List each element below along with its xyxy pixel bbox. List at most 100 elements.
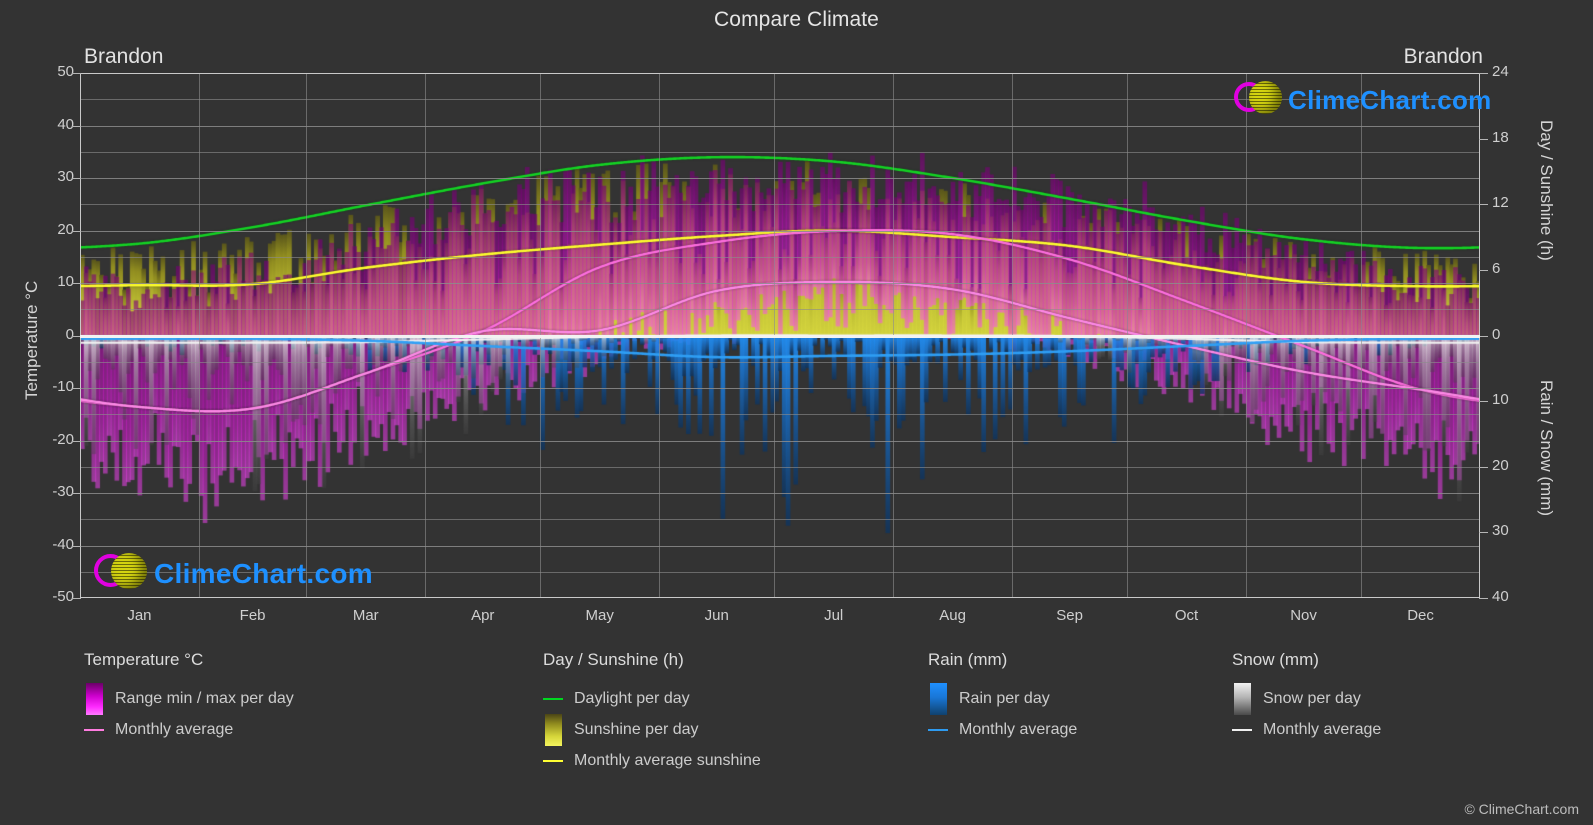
precip-tick-10: 10 [1492,391,1509,409]
temp-tick-minus30: -30 [52,483,74,500]
month-label-feb: Feb [239,607,266,624]
horizontal-gridline [80,414,1480,416]
temp-tickmark [72,388,81,389]
temp-tickmark [72,493,81,494]
month-label-mar: Mar [352,607,379,624]
legend-label-daylight: Daylight per day [574,689,690,707]
temp-tick-minus10: -10 [52,378,74,395]
month-label-dec: Dec [1407,607,1434,624]
temp-tickmark [72,545,81,547]
climechart-logo-icon [1232,78,1288,122]
chart-legend: Temperature °C Range min / max per day M… [0,650,1593,825]
swatch-rain-avg [928,728,948,731]
temp-tick-minus50: -50 [52,588,74,605]
swatch-snow-avg [1232,728,1252,731]
precip-tick-40: 40 [1492,588,1509,605]
sunshine-avg-line-icon [543,759,563,762]
legend-item-sunshine-avg[interactable]: Monthly average sunshine [543,745,761,776]
temp-tick-20: 20 [57,220,74,238]
month-label-jun: Jun [704,607,729,624]
city-label-right: Brandon [1403,45,1483,68]
horizontal-gridline [80,283,1480,284]
legend-item-temp-avg[interactable]: Monthly average [84,714,294,745]
temp-tickmark [72,178,81,179]
swatch-rain [928,682,948,715]
legend-item-rain-per-day[interactable]: Rain per day [928,682,1077,715]
copyright-notice: © ClimeChart.com [1464,801,1579,817]
legend-heading-snow: Snow (mm) [1232,650,1319,669]
horizontal-gridline [80,440,1480,442]
month-label-sep: Sep [1056,607,1083,624]
legend-group-temperature: Temperature °C Range min / max per day M… [84,650,294,745]
temp-avg-line-icon [84,728,104,731]
precip-tickmark [1479,532,1488,534]
legend-label-temp-range: Range min / max per day [115,689,294,707]
temp-tick-10: 10 [57,273,74,290]
horizontal-gridline [80,256,1480,258]
month-label-may: May [585,607,614,624]
rain-avg-line-icon [928,728,948,731]
snow-avg-line-icon [1232,728,1252,731]
horizontal-gridline [80,361,1480,363]
precip-tick-30: 30 [1492,522,1509,540]
horizontal-gridline [80,230,1480,232]
temp-tickmark [72,125,81,127]
temp-tickmark [72,73,81,74]
legend-heading-daysun: Day / Sunshine (h) [543,650,684,669]
legend-group-snow: Snow (mm) Snow per day Monthly average [1232,650,1381,745]
axis-title-day-sunshine: Day / Sunshine (h) [1537,120,1556,261]
temp-tickmark [72,230,81,232]
legend-label-rain-per-day: Rain per day [959,689,1050,707]
climechart-logo-icon-2 [92,550,154,598]
watermark-text-2: ClimeChart.com [154,558,373,589]
axis-title-rain-snow: Rain / Snow (mm) [1537,380,1556,517]
day-tickmark [1479,138,1488,140]
temp-tick-40: 40 [57,115,74,133]
temp-tickmark [72,440,81,442]
day-tick-6: 6 [1492,259,1501,277]
swatch-daylight [543,697,563,700]
horizontal-gridline [80,309,1480,311]
legend-label-snow-avg: Monthly average [1263,720,1382,738]
day-tickmark [1479,73,1488,74]
horizontal-gridline [80,545,1480,547]
legend-item-temp-range[interactable]: Range min / max per day [84,682,294,715]
watermark-logo-bottom: ClimeChart.com [92,550,373,598]
watermark-text: ClimeChart.com [1288,84,1492,115]
legend-item-snow-per-day[interactable]: Snow per day [1232,682,1381,715]
temp-tick-0: 0 [65,325,74,343]
horizontal-gridline [80,151,1480,153]
temp-tick-minus20: -20 [52,430,74,448]
axis-title-temperature: Temperature °C [22,280,41,400]
day-tick-0: 0 [1492,325,1501,343]
page-title: Compare Climate [714,8,879,31]
temp-range-gradient-icon [85,682,103,715]
day-tick-12: 12 [1492,194,1509,212]
horizontal-gridline [80,466,1480,468]
logo-sphere-icon-2 [111,553,147,589]
sunshine-gradient-icon [544,713,562,746]
horizontal-gridline [80,73,1480,74]
day-tick-18: 18 [1492,128,1509,146]
horizontal-gridline [80,519,1480,521]
legend-item-sunshine[interactable]: Sunshine per day [543,713,761,746]
legend-item-rain-avg[interactable]: Monthly average [928,714,1077,745]
legend-label-snow-per-day: Snow per day [1263,689,1361,707]
horizontal-gridline [80,178,1480,179]
horizontal-gridline [80,204,1480,206]
legend-item-daylight[interactable]: Daylight per day [543,683,761,714]
precip-tickmark [1479,598,1488,599]
temp-tickmark [72,598,81,599]
month-label-jan: Jan [127,607,152,624]
horizontal-gridline [80,388,1480,389]
daylight-line-icon [543,697,563,700]
swatch-snow [1232,682,1252,715]
legend-heading-rain: Rain (mm) [928,650,1008,669]
climate-plot-area [80,73,1480,598]
month-label-oct: Oct [1174,607,1199,624]
legend-label-sunshine: Sunshine per day [574,720,699,738]
month-label-jul: Jul [824,607,844,624]
precip-tickmark [1479,401,1488,403]
day-tickmark [1479,204,1488,206]
legend-item-snow-avg[interactable]: Monthly average [1232,714,1381,745]
